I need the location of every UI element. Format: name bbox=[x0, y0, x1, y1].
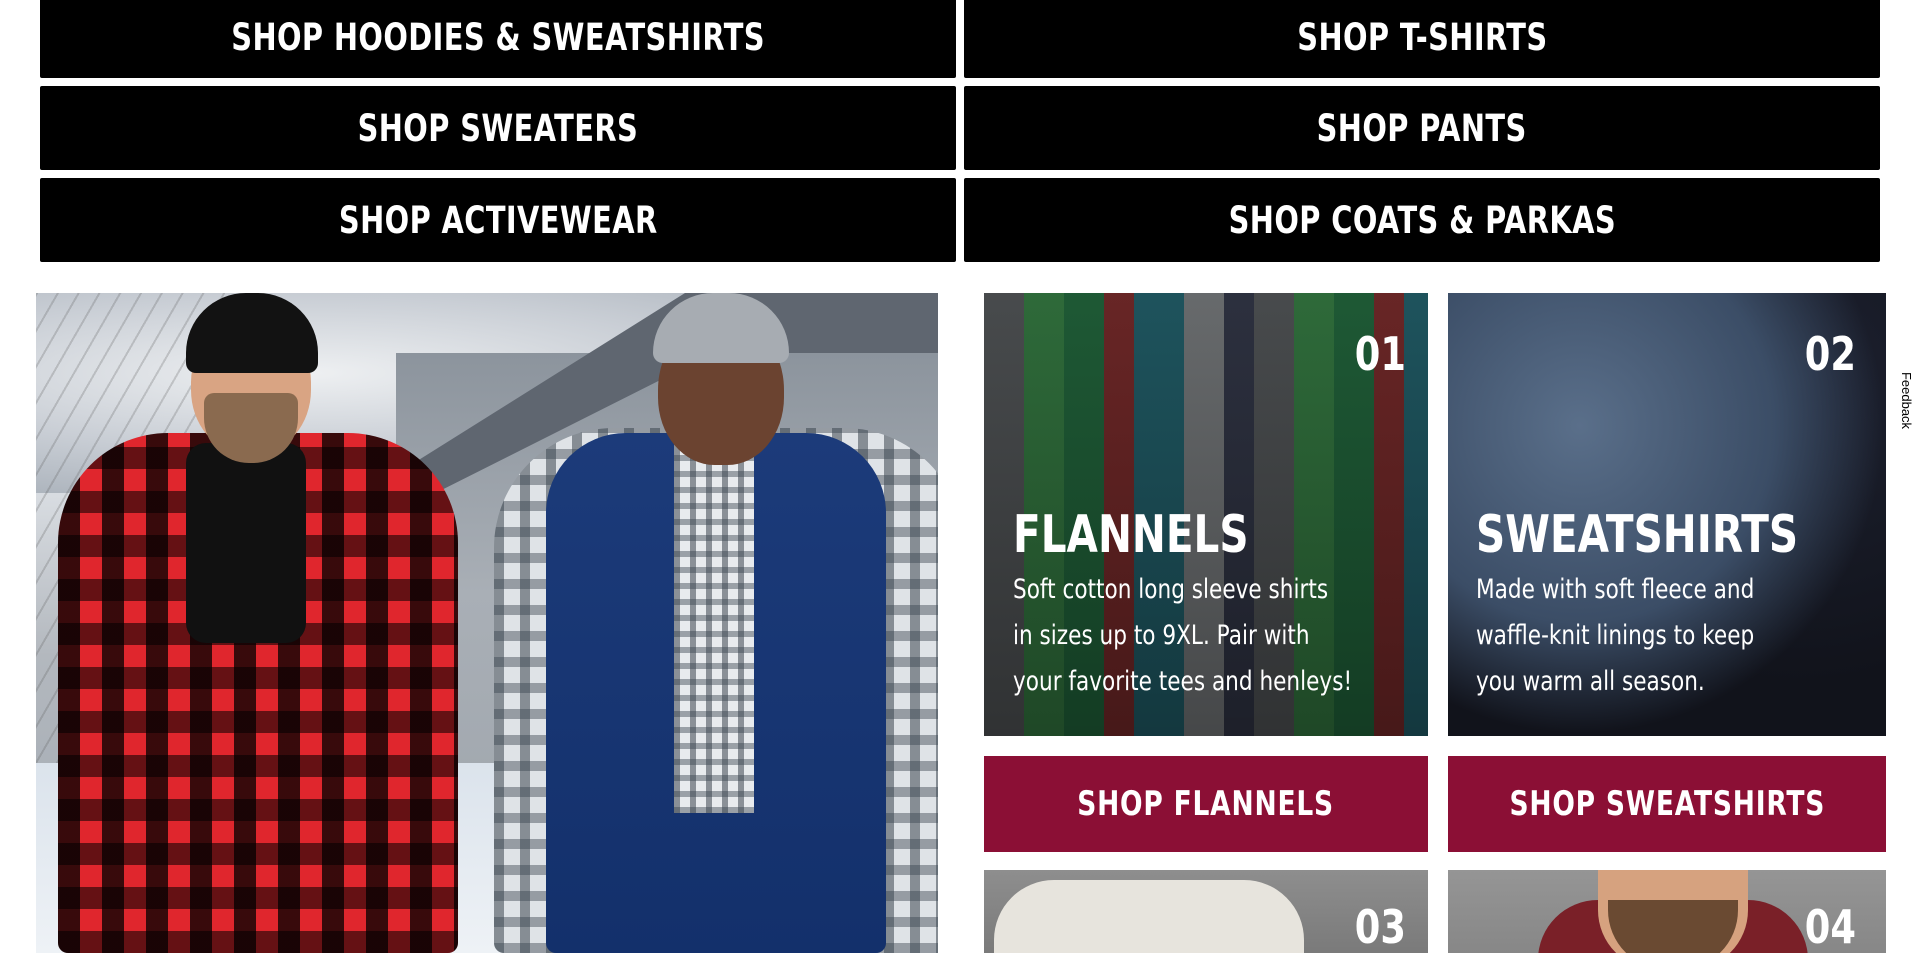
category-button-label: SHOP ACTIVEWEAR bbox=[338, 198, 658, 242]
shop-flannels-button[interactable]: SHOP FLANNELS bbox=[984, 756, 1428, 852]
sweatshirts-tile[interactable]: 02 SWEATSHIRTS Made with soft fleece and… bbox=[1448, 293, 1886, 736]
tile-title: SWEATSHIRTS bbox=[1476, 505, 1799, 565]
model-scarf bbox=[186, 443, 306, 643]
tile-description-line: Soft cotton long sleeve shirts bbox=[1013, 574, 1329, 605]
shop-coats-parkas-button[interactable]: SHOP COATS & PARKAS bbox=[964, 178, 1880, 262]
shop-pants-button[interactable]: SHOP PANTS bbox=[964, 86, 1880, 170]
model-shirt-placket bbox=[674, 433, 754, 813]
model-beard bbox=[1608, 900, 1738, 953]
flannels-tile[interactable]: 01 FLANNELS Soft cotton long sleeve shir… bbox=[984, 293, 1428, 736]
category-button-label: SHOP COATS & PARKAS bbox=[1228, 198, 1616, 242]
tile-description: Made with soft fleece and waffle-knit li… bbox=[1476, 567, 1754, 705]
category-button-label: SHOP PANTS bbox=[1316, 106, 1528, 150]
category-button-label: SHOP SWEATERS bbox=[357, 106, 639, 150]
category-button-label: SHOP T-SHIRTS bbox=[1296, 15, 1548, 59]
shop-activewear-button[interactable]: SHOP ACTIVEWEAR bbox=[40, 178, 956, 262]
tile-number: 01 bbox=[1354, 327, 1406, 381]
feedback-tab[interactable]: Feedback bbox=[1896, 365, 1918, 435]
shop-button-label: SHOP SWEATSHIRTS bbox=[1509, 784, 1825, 824]
hero-image[interactable] bbox=[36, 293, 938, 953]
tile-description-line: Made with soft fleece and bbox=[1476, 574, 1755, 605]
category-button-label: SHOP HOODIES & SWEATSHIRTS bbox=[231, 15, 765, 59]
shop-sweatshirts-button[interactable]: SHOP SWEATSHIRTS bbox=[1448, 756, 1886, 852]
tile-description-line: waffle-knit linings to keep bbox=[1476, 620, 1755, 651]
shop-hoodies-sweatshirts-button[interactable]: SHOP HOODIES & SWEATSHIRTS bbox=[40, 0, 956, 78]
tile-number: 04 bbox=[1804, 900, 1856, 953]
shop-sweaters-button[interactable]: SHOP SWEATERS bbox=[40, 86, 956, 170]
tile-description-line: your favorite tees and henleys! bbox=[1013, 666, 1353, 697]
shop-button-label: SHOP FLANNELS bbox=[1077, 784, 1335, 824]
product-tile-04[interactable]: 04 bbox=[1448, 870, 1886, 953]
shop-t-shirts-button[interactable]: SHOP T-SHIRTS bbox=[964, 0, 1880, 78]
product-tile-03[interactable]: 03 bbox=[984, 870, 1428, 953]
tile-description-line: you warm all season. bbox=[1476, 666, 1705, 697]
tile-description: Soft cotton long sleeve shirts in sizes … bbox=[1013, 567, 1352, 705]
tile-number: 02 bbox=[1804, 327, 1856, 381]
feedback-label: Feedback bbox=[1899, 371, 1915, 429]
thermal-shirt-image bbox=[994, 880, 1304, 953]
tile-number: 03 bbox=[1354, 900, 1406, 953]
tile-title: FLANNELS bbox=[1013, 505, 1249, 565]
tile-description-line: in sizes up to 9XL. Pair with bbox=[1013, 620, 1310, 651]
